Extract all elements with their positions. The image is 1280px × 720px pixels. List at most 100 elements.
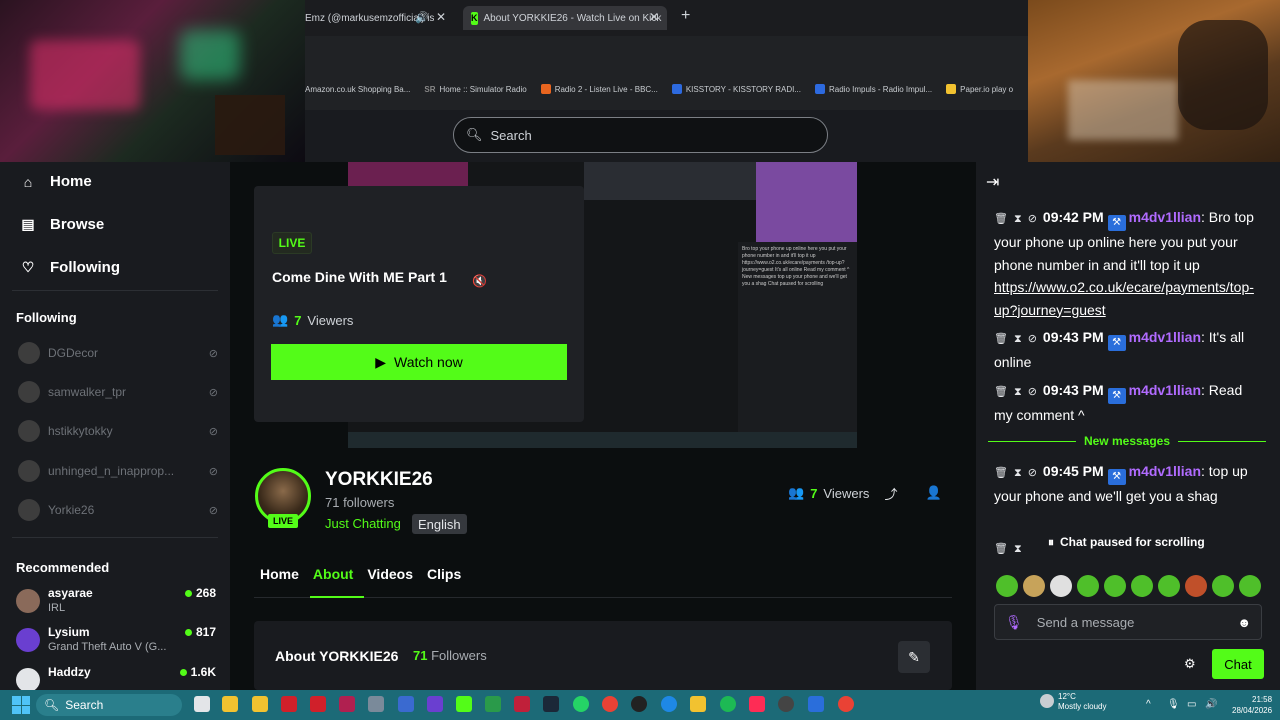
app-icon[interactable] — [310, 696, 326, 712]
app-icon[interactable] — [368, 696, 384, 712]
task-view-icon[interactable] — [194, 696, 210, 712]
emote-icon[interactable] — [996, 575, 1018, 597]
tab-clips[interactable]: Clips — [427, 566, 461, 582]
speaker-icon[interactable]: 🔊 — [415, 11, 429, 24]
recommended-channel[interactable]: Lysium Grand Theft Auto V (G... 817 — [16, 625, 216, 663]
rockstar-icon[interactable] — [252, 696, 268, 712]
emote-icon[interactable] — [1050, 575, 1072, 597]
chat-username[interactable]: m4dv1llian — [1129, 329, 1201, 345]
taskbar-search[interactable]: 🔍︎ Search — [36, 694, 182, 716]
edit-button[interactable]: ✎ — [898, 641, 930, 673]
app-icon[interactable] — [514, 696, 530, 712]
bookmark[interactable]: Radio Impuls - Radio Impul... — [815, 84, 932, 94]
system-clock[interactable]: 21:58 28/04/2026 — [1232, 694, 1272, 716]
chat-input[interactable]: 🎙 Send a message ☻ — [994, 604, 1262, 640]
delete-icon[interactable]: 🗑 — [994, 386, 1008, 398]
chrome-icon[interactable] — [838, 696, 854, 712]
tiktok-icon[interactable] — [749, 696, 765, 712]
browser-tab[interactable]: Emz (@markusemzofficial) is — [305, 6, 455, 30]
ban-icon[interactable]: ⊘ — [1028, 333, 1037, 345]
bookmark[interactable]: Paper.io play o — [946, 84, 1013, 94]
network-icon[interactable]: ▭ — [1187, 699, 1196, 710]
timeout-icon[interactable]: ⧗ — [1014, 213, 1022, 225]
app-icon[interactable] — [485, 696, 501, 712]
send-chat-button[interactable]: Chat — [1212, 649, 1264, 679]
delete-icon[interactable]: 🗑 — [994, 543, 1008, 555]
app-icon[interactable] — [339, 696, 355, 712]
emoji-icon[interactable]: ☻ — [1237, 615, 1251, 630]
tab-videos[interactable]: Videos — [367, 566, 413, 582]
bookmark[interactable]: Radio 2 - Listen Live - BBC... — [540, 84, 658, 94]
chat-username[interactable]: m4dv1llian — [1129, 463, 1201, 479]
gear-icon[interactable]: ⚙ — [1184, 656, 1200, 672]
timeout-icon[interactable]: ⧗ — [1014, 386, 1022, 398]
delete-icon[interactable]: 🗑 — [994, 467, 1008, 479]
steam-icon[interactable] — [543, 696, 559, 712]
ban-icon[interactable]: ⊘ — [1028, 386, 1037, 398]
new-tab-button[interactable]: + — [681, 7, 690, 25]
app-icon[interactable] — [631, 696, 647, 712]
emote-icon[interactable] — [1131, 575, 1153, 597]
following-channel[interactable]: DGDecor ⊘ — [18, 341, 218, 365]
bookmark[interactable]: SR Home :: Simulator Radio — [424, 85, 526, 94]
emote-icon[interactable] — [1104, 575, 1126, 597]
emote-icon[interactable] — [1077, 575, 1099, 597]
timeout-icon[interactable]: ⧗ — [1014, 467, 1022, 479]
windows-start-icon[interactable] — [12, 696, 30, 714]
whatsapp-icon[interactable] — [573, 696, 589, 712]
spotify-icon[interactable] — [720, 696, 736, 712]
bookmark[interactable]: KISSTORY - KISSTORY RADI... — [671, 84, 801, 94]
emote-icon[interactable] — [1023, 575, 1045, 597]
following-channel[interactable]: Yorkie26 ⊘ — [18, 498, 218, 522]
edge-icon[interactable] — [661, 696, 677, 712]
weather-widget[interactable]: 12°C Mostly cloudy — [1040, 692, 1106, 712]
app-icon[interactable] — [808, 696, 824, 712]
chat-username[interactable]: m4dv1llian — [1129, 209, 1201, 225]
close-tab-icon[interactable]: ✕ — [649, 10, 659, 24]
app-icon[interactable] — [690, 696, 706, 712]
following-channel[interactable]: hstikkytokky ⊘ — [18, 419, 218, 443]
timeout-icon[interactable]: ⧗ — [1014, 333, 1022, 345]
chrome-icon[interactable] — [602, 696, 618, 712]
emote-icon[interactable] — [1185, 575, 1207, 597]
app-icon[interactable] — [398, 696, 414, 712]
app-icon[interactable] — [427, 696, 443, 712]
following-channel[interactable]: samwalker_tpr ⊘ — [18, 380, 218, 404]
nav-browse[interactable]: ▤ Browse — [20, 216, 104, 233]
chat-username[interactable]: m4dv1llian — [1129, 382, 1201, 398]
following-channel[interactable]: unhinged_n_inapprop... ⊘ — [18, 459, 218, 483]
chat-paused-notice[interactable]: ⏸ Chat paused for scrolling — [1040, 531, 1213, 553]
search-input[interactable]: 🔍︎ Search — [453, 117, 828, 153]
bookmark[interactable]: Amazon.co.uk Shopping Ba... — [305, 85, 410, 94]
recommended-channel[interactable]: asyarae IRL 268 — [16, 586, 216, 624]
close-tab-icon[interactable]: ✕ — [436, 10, 446, 24]
app-icon[interactable] — [281, 696, 297, 712]
channel-category[interactable]: Just Chatting — [325, 516, 401, 531]
watch-now-button[interactable]: ▶ Watch now — [271, 344, 567, 380]
ban-icon[interactable]: ⊘ — [1028, 467, 1037, 479]
delete-icon[interactable]: 🗑 — [994, 213, 1008, 225]
delete-icon[interactable]: 🗑 — [994, 333, 1008, 345]
file-explorer-icon[interactable] — [222, 696, 238, 712]
microphone-icon[interactable]: 🎙 — [1167, 699, 1180, 710]
recommended-channel[interactable]: Haddzy 1.6K — [16, 665, 216, 690]
nav-home[interactable]: ⌂ Home — [20, 173, 92, 190]
microphone-icon[interactable]: 🎙 — [1005, 614, 1023, 631]
follow-icon[interactable]: 👤 — [925, 484, 943, 502]
timeout-icon[interactable]: ⧗ — [1014, 543, 1022, 555]
emote-icon[interactable] — [1158, 575, 1180, 597]
message-link[interactable]: https://www.o2.co.uk/ecare/payments/top-… — [994, 279, 1254, 318]
collapse-chat-icon[interactable]: ⇥ — [986, 172, 1004, 191]
kick-app-icon[interactable] — [456, 696, 472, 712]
tab-home[interactable]: Home — [260, 566, 299, 582]
chevron-up-icon[interactable]: ^ — [1146, 699, 1151, 710]
volume-icon[interactable]: 🔊 — [1205, 699, 1217, 710]
mute-icon[interactable]: 🔇 — [472, 274, 488, 290]
language-tag[interactable]: English — [412, 514, 467, 534]
share-icon[interactable]: ⤴ — [882, 484, 900, 502]
emote-icon[interactable] — [1239, 575, 1261, 597]
nav-following[interactable]: ♡ Following — [20, 259, 120, 276]
app-icon[interactable] — [778, 696, 794, 712]
tab-about[interactable]: About — [313, 566, 353, 582]
ban-icon[interactable]: ⊘ — [1028, 213, 1037, 225]
